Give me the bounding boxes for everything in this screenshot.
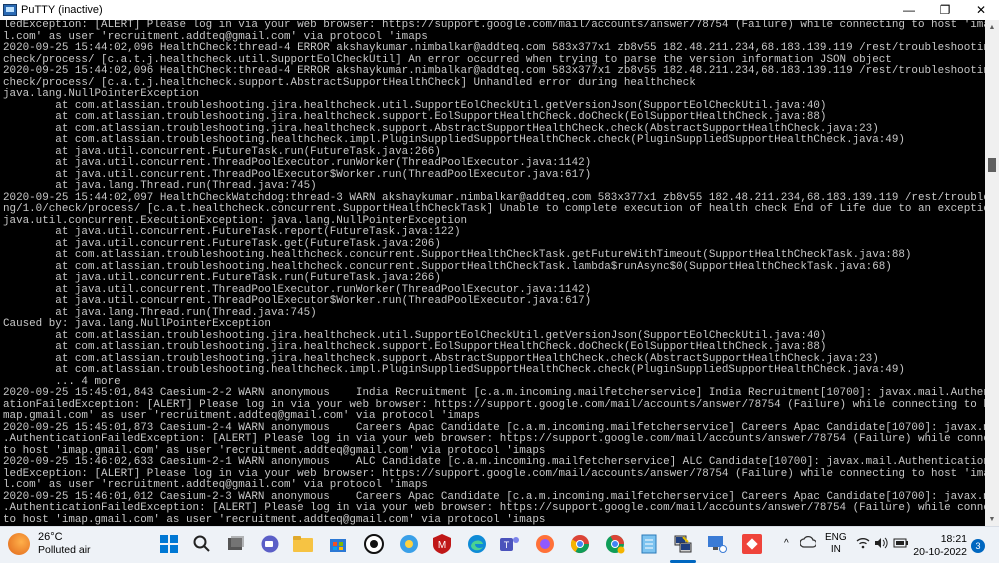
close-button[interactable]: ✕ (963, 0, 999, 20)
mcafee-icon[interactable]: M (431, 533, 453, 555)
svg-text:T: T (504, 540, 510, 550)
app-circle-icon[interactable] (363, 533, 385, 555)
notification-badge[interactable]: 3 (971, 539, 985, 553)
vertical-scrollbar[interactable]: ▲ ▼ (985, 20, 999, 526)
wifi-icon[interactable] (856, 537, 870, 552)
region-code: IN (830, 544, 841, 555)
language-indicator[interactable]: ENG IN (825, 532, 847, 556)
volume-icon[interactable] (874, 537, 888, 552)
task-view-icon[interactable] (225, 533, 247, 555)
show-hidden-icons-chevron-icon[interactable]: ^ (784, 538, 789, 549)
clock-date: 20-10-2022 (913, 546, 967, 558)
weather-temperature: 26°C (38, 531, 63, 543)
svg-text:M: M (438, 540, 446, 551)
chrome-icon[interactable] (569, 533, 591, 555)
chat-icon[interactable] (259, 533, 281, 555)
putty-icon (3, 4, 17, 16)
start-icon[interactable] (158, 533, 180, 555)
window-title: PuTTY (inactive) (21, 4, 103, 16)
file-explorer-icon[interactable] (292, 533, 314, 555)
settings-app-icon[interactable] (398, 533, 420, 555)
remote-desktop-icon[interactable] (706, 533, 728, 555)
window-controls: — ❐ ✕ (891, 0, 999, 20)
search-icon[interactable] (191, 533, 213, 555)
taskbar: 26°C Polluted air M T ^ ENG IN 18:21 20-… (0, 526, 999, 563)
system-clock[interactable]: 18:21 20-10-2022 (913, 533, 967, 559)
weather-icon (8, 533, 30, 555)
language-code: ENG (825, 532, 847, 543)
notepad-icon[interactable] (638, 533, 660, 555)
scroll-up-arrow-icon[interactable]: ▲ (985, 20, 999, 34)
edge-icon[interactable] (466, 533, 488, 555)
anydesk-icon[interactable] (741, 533, 763, 555)
weather-description: Polluted air (38, 544, 91, 556)
chrome-profile-icon[interactable] (604, 533, 626, 555)
terminal-text: ledException: [ALERT] Please log in via … (3, 20, 985, 526)
battery-icon[interactable] (893, 537, 909, 552)
putty-taskbar-icon[interactable] (672, 533, 694, 555)
minimize-button[interactable]: — (891, 0, 927, 20)
window-title-bar[interactable]: PuTTY (inactive) — ❐ ✕ (0, 0, 999, 21)
cloud-icon[interactable] (799, 535, 818, 551)
clock-time: 18:21 (940, 533, 967, 545)
firefox-icon[interactable] (534, 533, 556, 555)
weather-widget[interactable]: 26°C Polluted air (8, 531, 91, 557)
teams-icon[interactable]: T (499, 533, 521, 555)
terminal-output[interactable]: ledException: [ALERT] Please log in via … (0, 20, 985, 526)
microsoft-store-icon[interactable] (327, 533, 349, 555)
scrollbar-thumb[interactable] (988, 158, 996, 172)
maximize-button[interactable]: ❐ (927, 0, 963, 20)
scroll-down-arrow-icon[interactable]: ▼ (985, 512, 999, 526)
